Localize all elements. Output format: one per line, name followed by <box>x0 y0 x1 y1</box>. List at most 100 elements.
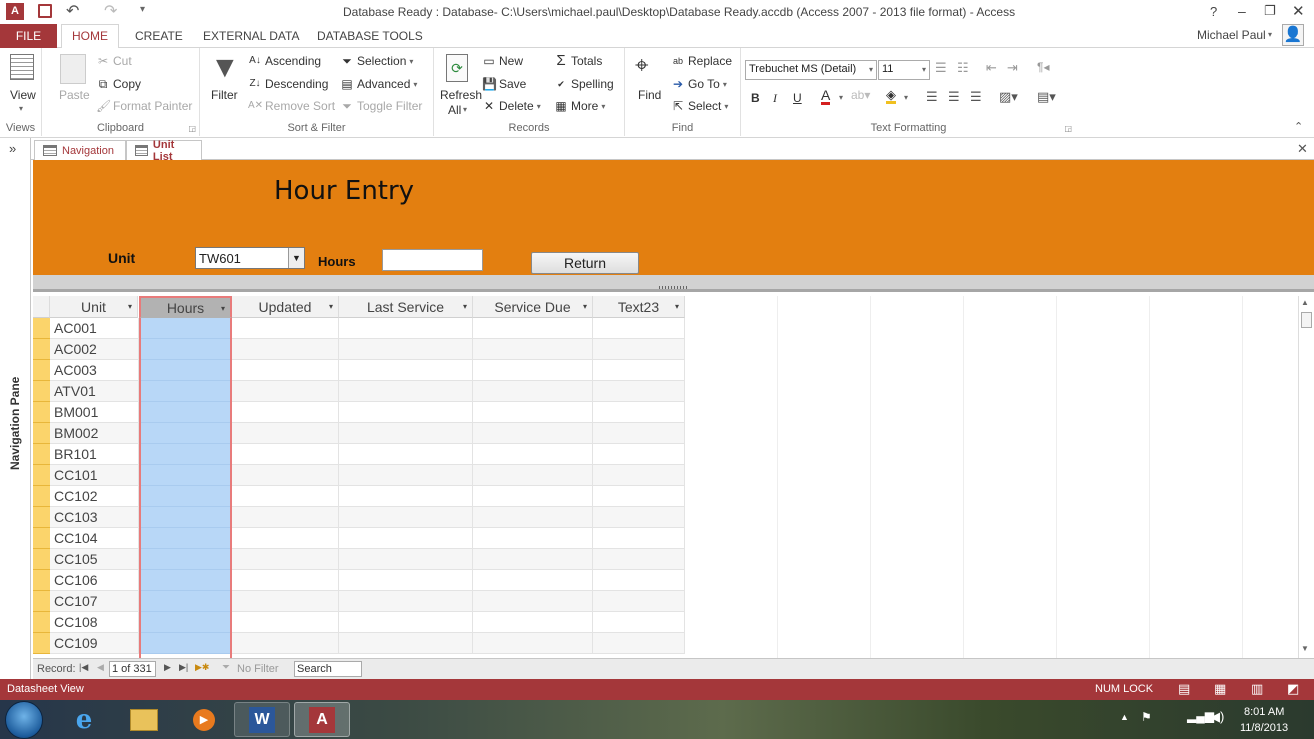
totals-button[interactable]: Σ Totals <box>554 53 602 68</box>
column-dropdown-icon[interactable]: ▾ <box>329 302 333 311</box>
row-selector[interactable] <box>33 528 50 549</box>
unit-cell[interactable]: BM001 <box>50 402 139 423</box>
table-cell[interactable] <box>593 612 685 633</box>
table-cell[interactable] <box>232 402 339 423</box>
row-selector[interactable] <box>33 339 50 360</box>
search-input[interactable]: Search <box>294 661 362 677</box>
table-cell[interactable] <box>139 507 232 528</box>
table-cell[interactable] <box>593 633 685 654</box>
table-cell[interactable] <box>339 612 473 633</box>
column-header-text23[interactable]: Text23 ▾ <box>593 296 685 318</box>
access-taskbar-icon[interactable]: A <box>294 702 350 737</box>
bold-button[interactable]: B <box>751 91 760 105</box>
table-cell[interactable] <box>339 381 473 402</box>
spelling-button[interactable]: ✔ Spelling <box>554 77 613 91</box>
alternate-row-color-icon[interactable]: ▨▾ <box>999 89 1018 105</box>
find-button[interactable]: Find <box>638 88 661 102</box>
table-row[interactable]: AC003 <box>33 360 685 381</box>
table-cell[interactable] <box>339 465 473 486</box>
table-cell[interactable] <box>593 465 685 486</box>
undo-icon[interactable]: ↶ <box>66 1 79 21</box>
column-dropdown-icon[interactable]: ▾ <box>128 302 132 311</box>
table-row[interactable]: BM002 <box>33 423 685 444</box>
next-record-icon[interactable]: ▶ <box>164 662 171 673</box>
return-button[interactable]: Return <box>531 252 639 274</box>
scroll-thumb[interactable] <box>1301 312 1312 328</box>
highlight-icon[interactable]: ab▾ <box>851 88 870 102</box>
align-left-icon[interactable]: ☰ <box>926 89 938 105</box>
table-cell[interactable] <box>232 549 339 570</box>
binoculars-icon[interactable]: ⌖ <box>635 52 649 80</box>
decrease-indent-icon[interactable]: ⇤ <box>986 60 997 76</box>
underline-button[interactable]: U <box>793 91 802 105</box>
table-cell[interactable] <box>232 507 339 528</box>
table-cell[interactable] <box>339 549 473 570</box>
file-explorer-icon[interactable] <box>116 702 172 737</box>
table-cell[interactable] <box>473 339 593 360</box>
rtl-icon[interactable]: ¶◂ <box>1037 60 1049 74</box>
table-cell[interactable] <box>593 318 685 339</box>
table-cell[interactable] <box>339 444 473 465</box>
cut-button[interactable]: ✂ Cut <box>96 54 132 68</box>
table-cell[interactable] <box>232 381 339 402</box>
first-record-icon[interactable]: |◀ <box>79 662 88 673</box>
unit-cell[interactable]: CC107 <box>50 591 139 612</box>
view-caret-icon[interactable]: ▾ <box>19 104 23 113</box>
table-cell[interactable] <box>593 591 685 612</box>
copy-button[interactable]: ⧉ Copy <box>96 77 141 91</box>
numbering-icon[interactable]: ☷ <box>957 60 969 76</box>
column-header-updated[interactable]: Updated ▾ <box>232 296 339 318</box>
table-cell[interactable] <box>339 486 473 507</box>
table-cell[interactable] <box>232 591 339 612</box>
paste-button[interactable]: Paste <box>59 88 90 102</box>
help-button[interactable]: ? <box>1210 4 1217 19</box>
bullets-icon[interactable]: ☰ <box>935 60 947 76</box>
row-selector[interactable] <box>33 381 50 402</box>
table-cell[interactable] <box>473 423 593 444</box>
table-cell[interactable] <box>232 318 339 339</box>
table-cell[interactable] <box>232 339 339 360</box>
column-header-service-due[interactable]: Service Due ▾ <box>473 296 593 318</box>
advanced-button[interactable]: ▤ Advanced ▾ <box>340 77 417 91</box>
table-cell[interactable] <box>339 318 473 339</box>
close-document-icon[interactable]: ✕ <box>1297 141 1308 157</box>
refresh-all-label[interactable]: All <box>448 103 461 117</box>
selection-button[interactable]: ⏷ Selection ▾ <box>340 54 413 68</box>
tab-external-data[interactable]: EXTERNAL DATA <box>203 29 299 43</box>
table-cell[interactable] <box>473 318 593 339</box>
table-row[interactable]: CC103 <box>33 507 685 528</box>
save-icon[interactable] <box>38 4 52 18</box>
restore-button[interactable]: ❐ <box>1264 3 1276 19</box>
table-row[interactable]: CC109 <box>33 633 685 654</box>
table-cell[interactable] <box>139 465 232 486</box>
table-cell[interactable] <box>473 633 593 654</box>
table-cell[interactable] <box>593 528 685 549</box>
table-cell[interactable] <box>473 528 593 549</box>
refresh-button[interactable]: Refresh <box>440 88 482 102</box>
clock-time[interactable]: 8:01 AM <box>1244 706 1284 718</box>
row-selector[interactable] <box>33 465 50 486</box>
table-cell[interactable] <box>473 612 593 633</box>
table-row[interactable]: CC102 <box>33 486 685 507</box>
clock-date[interactable]: 11/8/2013 <box>1240 722 1288 734</box>
row-selector[interactable] <box>33 549 50 570</box>
table-cell[interactable] <box>473 570 593 591</box>
layout-view-icon[interactable]: ▥ <box>1251 681 1263 697</box>
table-cell[interactable] <box>139 444 232 465</box>
table-cell[interactable] <box>232 633 339 654</box>
font-color-caret-icon[interactable]: ▾ <box>839 93 843 102</box>
table-cell[interactable] <box>473 507 593 528</box>
descending-button[interactable]: Z↓ Descending <box>248 77 328 91</box>
word-taskbar-icon[interactable]: W <box>234 702 290 737</box>
table-cell[interactable] <box>593 570 685 591</box>
no-filter-icon[interactable]: ⏷ <box>222 662 230 673</box>
table-row[interactable]: CC105 <box>33 549 685 570</box>
scroll-down-icon[interactable]: ▼ <box>1301 644 1309 653</box>
unit-cell[interactable]: AC001 <box>50 318 139 339</box>
table-cell[interactable] <box>339 423 473 444</box>
column-header-unit[interactable]: Unit ▾ <box>50 296 138 318</box>
access-app-icon[interactable]: A <box>6 3 24 20</box>
table-cell[interactable] <box>339 402 473 423</box>
refresh-caret-icon[interactable]: ▾ <box>463 105 467 114</box>
doc-tab-unit-list[interactable]: Unit List <box>126 139 202 163</box>
